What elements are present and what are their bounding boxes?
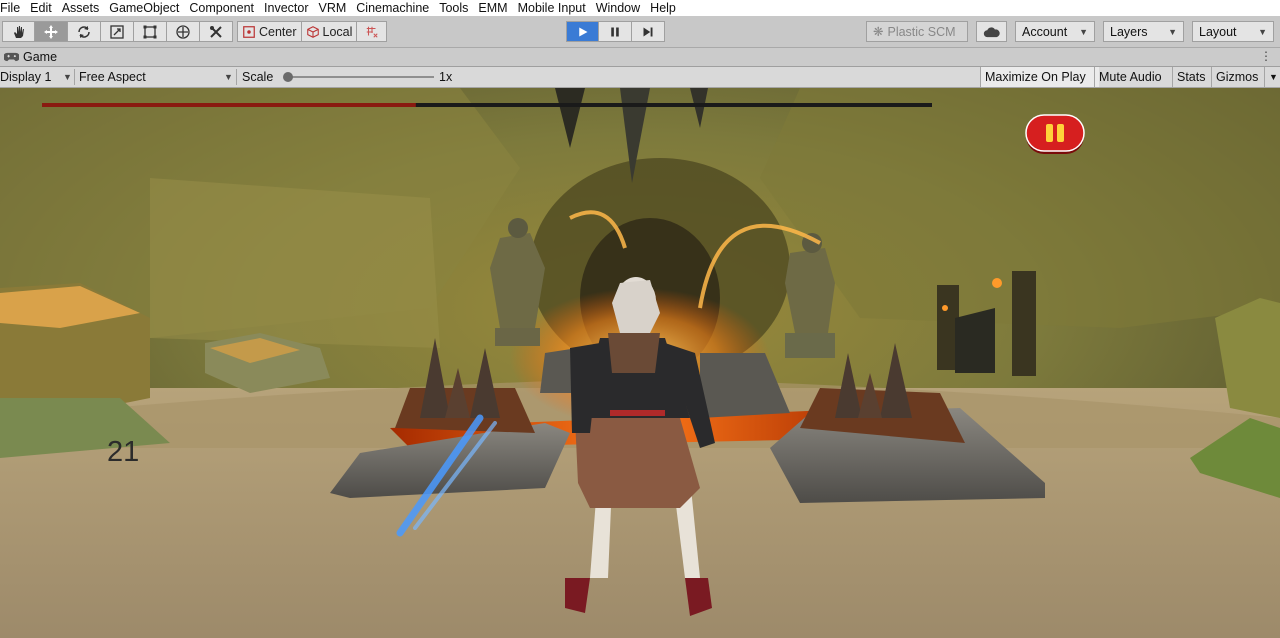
gizmos-label: Gizmos [1216,70,1259,84]
menu-tools[interactable]: Tools [434,0,473,16]
scale-tool-button[interactable] [101,21,134,42]
display-label: Display 1 [0,70,52,84]
transform-tools [2,21,233,42]
scale-icon [110,24,124,39]
cube-icon [306,25,319,38]
menu-emm[interactable]: EMM [473,0,512,16]
plastic-scm-label: Plastic SCM [887,24,956,39]
menu-gameobject[interactable]: GameObject [104,0,184,16]
menu-file[interactable]: File [0,0,25,16]
pivot-center-label: Center [259,24,297,39]
hand-tool-button[interactable] [2,21,35,42]
grid-snap-button[interactable] [357,21,388,42]
menu-component[interactable]: Component [184,0,259,16]
scale-label: Scale [242,70,274,84]
scale-slider-handle[interactable] [283,72,293,82]
chevron-down-icon: ▼ [1168,26,1177,37]
menu-mobile-input[interactable]: Mobile Input [513,0,591,16]
mute-audio-label: Mute Audio [1099,70,1162,84]
plastic-scm-button[interactable]: ❋ Plastic SCM [866,21,968,42]
menu-help[interactable]: Help [645,0,681,16]
pivot-controls: Center Local [237,21,388,42]
play-button[interactable] [566,21,599,42]
pivot-local-label: Local [322,24,353,39]
game-tab-bar: Game ⋮ [0,48,1280,67]
game-scene [0,88,1280,638]
display-dropdown[interactable]: Display 1 ▼ [0,67,74,87]
layout-dropdown[interactable]: Layout ▼ [1192,21,1274,42]
gizmos-toggle[interactable]: Gizmos [1211,67,1272,87]
chevron-down-icon: ▼ [224,72,233,82]
health-bar-fill [42,103,416,107]
chevron-down-icon: ▼ [1269,72,1278,82]
play-icon [578,27,587,36]
pause-icon [611,27,619,36]
gizmos-dropdown[interactable]: ▼ [1264,67,1280,87]
scale-value: 1x [439,70,453,84]
maximize-on-play-label: Maximize On Play [985,70,1086,84]
transform-tool-button[interactable] [167,21,200,42]
hud-counter: 21 [107,436,140,468]
move-tool-button[interactable] [35,21,68,42]
pivot-center-button[interactable]: Center [237,21,302,42]
tab-game-label: Game [23,50,58,64]
plastic-scm-icon: ❋ [873,25,884,39]
scale-slider-track[interactable] [288,76,434,78]
rotate-tool-button[interactable] [68,21,101,42]
grid-snap-icon [366,26,378,38]
main-toolbar: Center Local ❋ Plastic SCM Account ▼ Lay… [0,16,1280,48]
pivot-center-icon [243,25,255,38]
in-game-pause-button[interactable] [1025,114,1085,156]
layout-label: Layout [1199,24,1237,39]
menu-vrm[interactable]: VRM [313,0,351,16]
hand-icon [13,25,24,38]
divider [74,69,75,85]
menu-window[interactable]: Window [591,0,645,16]
menu-invector[interactable]: Invector [259,0,313,16]
game-viewport[interactable]: 21 [0,88,1280,638]
transform-icon [176,24,190,39]
rotate-icon [78,25,90,38]
playmode-controls [566,21,665,42]
gamepad-icon [4,52,19,62]
tab-game[interactable]: Game [0,48,66,66]
menu-assets[interactable]: Assets [57,0,105,16]
menu-cinemachine[interactable]: Cinemachine [351,0,434,16]
rect-tool-button[interactable] [134,21,167,42]
aspect-label: Free Aspect [79,70,146,84]
aspect-dropdown[interactable]: Free Aspect ▼ [79,67,235,87]
layers-label: Layers [1110,24,1148,39]
maximize-on-play-toggle[interactable]: Maximize On Play [980,67,1099,87]
account-label: Account [1022,24,1068,39]
pause-icon [1046,124,1053,142]
custom-tool-icon [210,25,222,38]
cloud-icon [983,26,1000,37]
pivot-local-button[interactable]: Local [301,21,358,42]
custom-tool-button[interactable] [200,21,233,42]
chevron-down-icon: ▼ [1079,26,1088,37]
layers-dropdown[interactable]: Layers ▼ [1103,21,1184,42]
mute-audio-toggle[interactable]: Mute Audio [1094,67,1179,87]
cloud-button[interactable] [976,21,1007,42]
move-icon [44,24,58,39]
chevron-down-icon: ▼ [1258,26,1267,37]
pause-button[interactable] [599,21,632,42]
divider [236,69,237,85]
stats-label: Stats [1177,70,1206,84]
step-icon [643,27,653,36]
chevron-down-icon: ▼ [63,72,72,82]
menu-edit[interactable]: Edit [25,0,57,16]
game-view-controls: Display 1 ▼ Free Aspect ▼ Scale 1x Maxim… [0,67,1280,88]
kebab-menu-icon[interactable]: ⋮ [1260,49,1272,63]
rect-icon [143,25,157,38]
menu-bar: File Edit Assets GameObject Component In… [0,0,1280,16]
step-button[interactable] [632,21,665,42]
account-dropdown[interactable]: Account ▼ [1015,21,1095,42]
